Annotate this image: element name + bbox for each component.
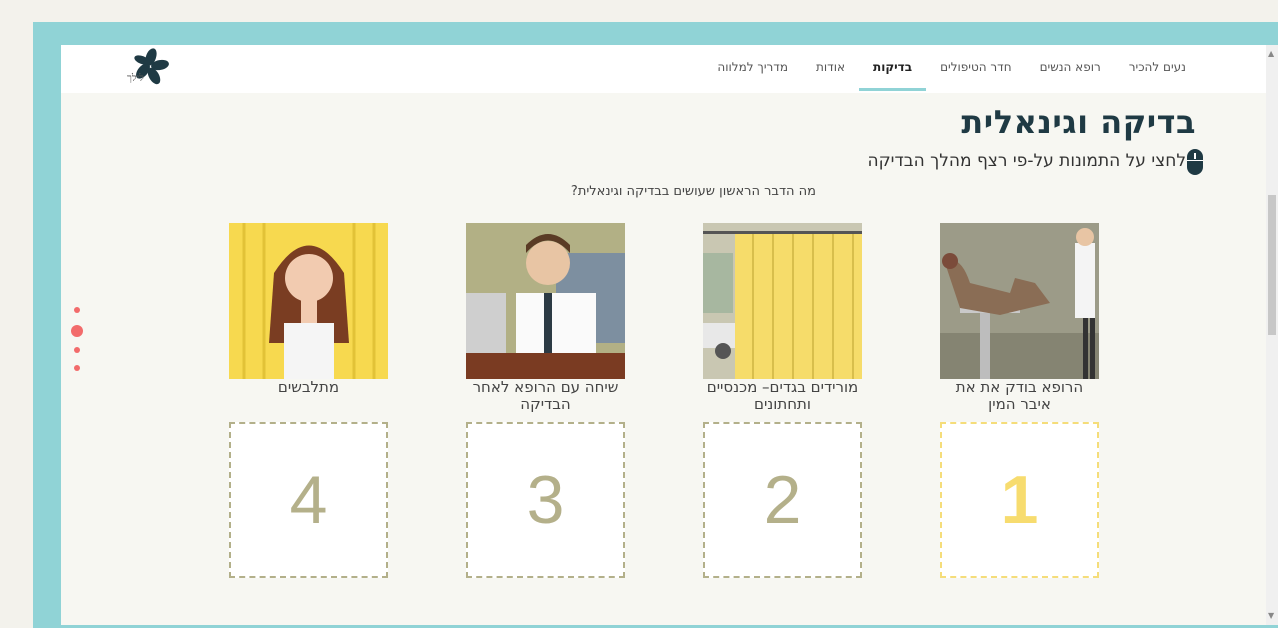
- instruction-text: לחצי על התמונות על-פי רצף מהלך הבדיקה: [867, 151, 1187, 171]
- drop-slot-1[interactable]: 1: [940, 422, 1099, 578]
- scrollbar[interactable]: ▲ ▼: [1266, 45, 1278, 625]
- step-dot[interactable]: [74, 365, 80, 371]
- nav-menu: נעים להכיר רופא הנשים חדר הטיפולים בדיקו…: [703, 45, 1200, 93]
- card-caption-talk-doctor: שיחה עם הרופא לאחר הבדיקה: [472, 378, 619, 413]
- nav-item-exams[interactable]: בדיקות: [859, 45, 927, 93]
- nav-item-intro[interactable]: נעים להכיר: [1115, 45, 1200, 93]
- drop-slot-4[interactable]: 4: [229, 422, 388, 578]
- step-dot[interactable]: [74, 307, 80, 313]
- nav-item-gynecologist[interactable]: רופא הנשים: [1026, 45, 1115, 93]
- card-image-undress[interactable]: [703, 223, 862, 379]
- card-image-dress[interactable]: [229, 223, 388, 379]
- card-caption-exam: הרופא בודק את את איבר המין: [955, 378, 1084, 413]
- card-image-talk-doctor[interactable]: [466, 223, 625, 379]
- step-dot-current[interactable]: [71, 325, 83, 337]
- scroll-up-icon[interactable]: ▲: [1268, 49, 1274, 58]
- card-undress[interactable]: מורידים בגדים– מכנסיים ותחתונים: [703, 223, 862, 419]
- logo-text: לילך: [127, 73, 144, 84]
- step-indicator: [71, 307, 83, 383]
- nav-item-treatment-room[interactable]: חדר הטיפולים: [926, 45, 1026, 93]
- step-dot[interactable]: [74, 347, 80, 353]
- card-caption-dress: מתלבשים: [277, 378, 340, 396]
- card-caption-undress: מורידים בגדים– מכנסיים ותחתונים: [706, 378, 859, 413]
- nav-item-companion-guide[interactable]: מדריך למלווה: [703, 45, 802, 93]
- card-exam[interactable]: הרופא בודק את את איבר המין: [940, 223, 1099, 419]
- mouse-icon: [1187, 149, 1203, 175]
- card-talk-doctor[interactable]: שיחה עם הרופא לאחר הבדיקה: [466, 223, 625, 419]
- page-title: בדיקה וגינאלית: [961, 103, 1196, 141]
- scroll-down-icon[interactable]: ▼: [1268, 611, 1274, 620]
- card-image-exam[interactable]: [940, 223, 1099, 379]
- drop-slot-3[interactable]: 3: [466, 422, 625, 578]
- question-text: מה הדבר הראשון שעושים בבדיקה וגינאלית?: [570, 184, 816, 199]
- main-page: לילך נעים להכיר רופא הנשים חדר הטיפולים …: [61, 45, 1266, 625]
- logo[interactable]: לילך: [127, 47, 171, 87]
- nav-item-about[interactable]: אודות: [802, 45, 859, 93]
- top-navbar: לילך נעים להכיר רופא הנשים חדר הטיפולים …: [61, 45, 1266, 93]
- card-dress[interactable]: מתלבשים: [229, 223, 388, 419]
- scrollbar-thumb[interactable]: [1268, 195, 1276, 335]
- drop-slot-2[interactable]: 2: [703, 422, 862, 578]
